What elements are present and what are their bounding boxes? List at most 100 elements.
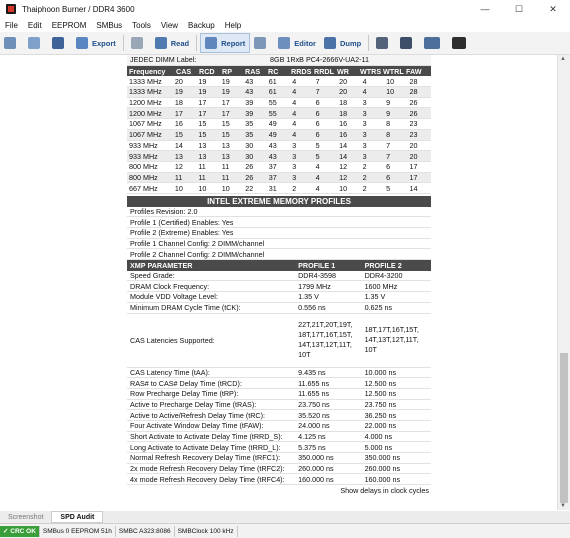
menu-help[interactable]: Help bbox=[220, 21, 246, 30]
timing-row: 800 MHz 11 11 11 26 37 3 4 12 2 6 17 bbox=[127, 172, 431, 184]
title-bar: Thaiphoon Burner / DDR4 3600 — ☐ ✕ bbox=[0, 0, 570, 18]
xmp-cas-p2: 18T,17T,16T,15T, 14T,13T,12T,11T, 10T bbox=[364, 325, 419, 354]
menu-tools[interactable]: Tools bbox=[127, 21, 156, 30]
timing-cell: 6 bbox=[315, 108, 320, 118]
tab-screenshot[interactable]: Screenshot bbox=[0, 514, 51, 521]
minimize-button[interactable]: — bbox=[468, 0, 502, 18]
window-controls: — ☐ ✕ bbox=[468, 0, 570, 18]
xmp-row: 4x mode Refresh Recovery Delay Time (tRF… bbox=[127, 474, 431, 486]
export-button[interactable]: Export bbox=[72, 33, 120, 53]
timing-cell: 37 bbox=[268, 172, 277, 182]
menu-edit[interactable]: Edit bbox=[23, 21, 47, 30]
editor-button[interactable]: Editor bbox=[274, 33, 320, 53]
report-button[interactable]: Report bbox=[200, 33, 251, 53]
xmp-row: Module VDD Voltage Level: 1.35 V 1.35 V bbox=[127, 292, 431, 303]
maximize-button[interactable]: ☐ bbox=[502, 0, 536, 18]
xmp-profile2-value: 350.000 ns bbox=[364, 453, 401, 463]
xmp-profile2-value: 12.500 ns bbox=[364, 378, 397, 388]
xmp-profile2-value: 12.500 ns bbox=[364, 389, 397, 399]
read-button[interactable]: Read bbox=[151, 33, 193, 53]
scroll-down-arrow-icon[interactable]: ▼ bbox=[560, 503, 566, 509]
chip-button[interactable] bbox=[396, 33, 420, 53]
timing-cell: 30 bbox=[245, 140, 254, 150]
xmp-header-profile2: PROFILE 2 bbox=[364, 260, 402, 270]
read-label: Read bbox=[170, 38, 190, 48]
timing-cell: 9 bbox=[386, 98, 391, 108]
timing-cell: 7 bbox=[386, 151, 391, 161]
xmp-table-body: Speed Grade: DDR4-3598 DDR4-3200 DRAM Clock… bbox=[127, 271, 431, 314]
menu-backup[interactable]: Backup bbox=[183, 21, 220, 30]
status-bar: ✓ CRC OK SMBus 0 EEPROM 51h SMBC A323:80… bbox=[0, 523, 570, 538]
timing-cell: 12 bbox=[174, 162, 183, 172]
menu-view[interactable]: View bbox=[156, 21, 183, 30]
timing-cell: 23 bbox=[409, 119, 418, 129]
xmp-section-title: INTEL EXTREME MEMORY PROFILES bbox=[207, 196, 351, 206]
dump-button[interactable]: Dump bbox=[320, 33, 365, 53]
timing-cell: 19 bbox=[221, 87, 230, 97]
timing-cell: 19 bbox=[174, 87, 183, 97]
gear-icon bbox=[376, 37, 389, 49]
timing-cell: 31 bbox=[268, 183, 277, 193]
xmp-profile1-value: 1.35 V bbox=[298, 292, 319, 302]
xmp-param-label: DRAM Clock Frequency: bbox=[130, 281, 210, 291]
timing-row: 1200 MHz 18 17 17 39 55 4 6 18 3 9 26 bbox=[127, 98, 431, 109]
xmp-profile2-value: 10.000 ns bbox=[364, 367, 397, 377]
timing-table-header: Frequency CAS RCD RP RAS RC RRDS RRDL WR… bbox=[127, 65, 431, 77]
spd-button[interactable] bbox=[448, 33, 474, 53]
report-label: Report bbox=[221, 38, 246, 48]
timing-cell: 6 bbox=[315, 130, 320, 140]
jedec-label-row: JEDEC DIMM Label: 8GB 1RxB PC4-2666V-UA2… bbox=[127, 55, 431, 66]
show-delays-link[interactable]: Show delays in clock cycles bbox=[340, 486, 431, 495]
menu-file[interactable]: File bbox=[0, 21, 23, 30]
menu-eeprom[interactable]: EEPROM bbox=[47, 21, 92, 30]
xmp-param-label: Four Activate Window Delay Time (tFAW): bbox=[130, 421, 264, 431]
xmp-info-text: Profile 1 (Certified) Enables: Yes bbox=[130, 217, 234, 227]
timing-cell: 28 bbox=[409, 87, 418, 97]
timing-cell: 11 bbox=[221, 162, 230, 172]
module-button[interactable] bbox=[420, 33, 448, 53]
timing-row: 1333 MHz 19 19 19 43 61 4 7 20 4 10 28 bbox=[127, 87, 431, 98]
timing-cell: 4 bbox=[292, 108, 297, 118]
smbc-status: SMBC A323:8086 bbox=[116, 525, 175, 537]
editor-label: Editor bbox=[294, 38, 316, 48]
timing-cell: 15 bbox=[198, 119, 207, 129]
xmp-param-label: Module VDD Voltage Level: bbox=[130, 292, 218, 302]
timing-cell: 3 bbox=[292, 151, 297, 161]
dump-icon bbox=[323, 37, 336, 49]
open-button[interactable] bbox=[24, 33, 48, 53]
scrollbar-thumb[interactable] bbox=[560, 353, 568, 503]
timing-cell: 26 bbox=[409, 108, 418, 118]
timing-cell: 1200 MHz bbox=[129, 98, 162, 108]
timing-cell: 19 bbox=[198, 87, 207, 97]
timing-cell: 30 bbox=[245, 151, 254, 161]
lock-button[interactable] bbox=[127, 33, 151, 53]
timing-cell: 61 bbox=[268, 87, 277, 97]
timing-cell: 20 bbox=[409, 151, 418, 161]
xmp-profile1-value: 24.000 ns bbox=[298, 421, 330, 431]
timing-cell: 20 bbox=[339, 87, 348, 97]
timing-cell: 14 bbox=[174, 140, 183, 150]
timing-cell: 5 bbox=[386, 183, 391, 193]
scroll-up-arrow-icon[interactable]: ▲ bbox=[560, 56, 566, 62]
timing-cell: 6 bbox=[315, 98, 320, 108]
tab-spd-audit[interactable]: SPD Audit bbox=[51, 511, 104, 523]
close-button[interactable]: ✕ bbox=[536, 0, 570, 18]
vertical-scrollbar[interactable]: ▲ ▼ bbox=[557, 55, 570, 510]
timing-cell: 26 bbox=[409, 98, 418, 108]
timing-cell: 23 bbox=[409, 130, 418, 140]
timing-cell: 18 bbox=[174, 98, 183, 108]
xmp-table-header: XMP PARAMETER PROFILE 1 PROFILE 2 bbox=[127, 260, 431, 271]
menu-smbus[interactable]: SMBus bbox=[91, 21, 127, 30]
timing-cell: 20 bbox=[174, 76, 183, 86]
floppy-icon bbox=[52, 37, 64, 49]
timing-cell: 7 bbox=[386, 140, 391, 150]
xmp-cas-p1: 22T,21T,20T,19T, 18T,17T,16T,15T, 14T,13… bbox=[298, 320, 353, 359]
save-button[interactable] bbox=[48, 33, 72, 53]
tweak-button[interactable] bbox=[250, 33, 274, 53]
options-button[interactable] bbox=[372, 33, 396, 53]
xmp-row: 2x mode Refresh Recovery Delay Time (tRF… bbox=[127, 464, 431, 475]
timing-cell: 43 bbox=[268, 140, 277, 150]
timing-row: 800 MHz 12 11 11 26 37 3 4 12 2 6 17 bbox=[127, 162, 431, 173]
xmp-profile1-value: 0.556 ns bbox=[298, 303, 326, 313]
settings-tool-button[interactable] bbox=[0, 33, 24, 53]
